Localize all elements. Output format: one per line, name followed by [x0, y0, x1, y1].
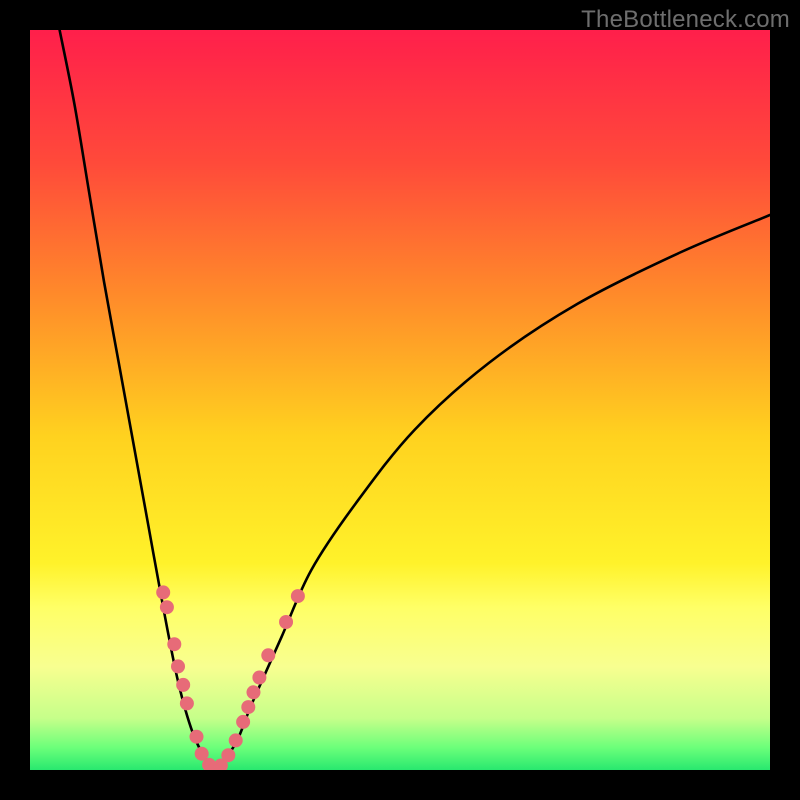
marker-point [229, 733, 243, 747]
outer-frame: TheBottleneck.com [0, 0, 800, 800]
marker-point [176, 678, 190, 692]
bottleneck-curve [60, 30, 770, 770]
plot-area [30, 30, 770, 770]
marker-point [221, 748, 235, 762]
marker-point [180, 696, 194, 710]
marker-point [167, 637, 181, 651]
marker-point [252, 671, 266, 685]
marker-point [190, 730, 204, 744]
chart-svg [30, 30, 770, 770]
marker-point [241, 700, 255, 714]
marker-point [279, 615, 293, 629]
marker-point [236, 715, 250, 729]
marker-point [156, 585, 170, 599]
marker-point [160, 600, 174, 614]
marker-point [261, 648, 275, 662]
marker-point [246, 685, 260, 699]
marker-point [171, 659, 185, 673]
marker-point [291, 589, 305, 603]
